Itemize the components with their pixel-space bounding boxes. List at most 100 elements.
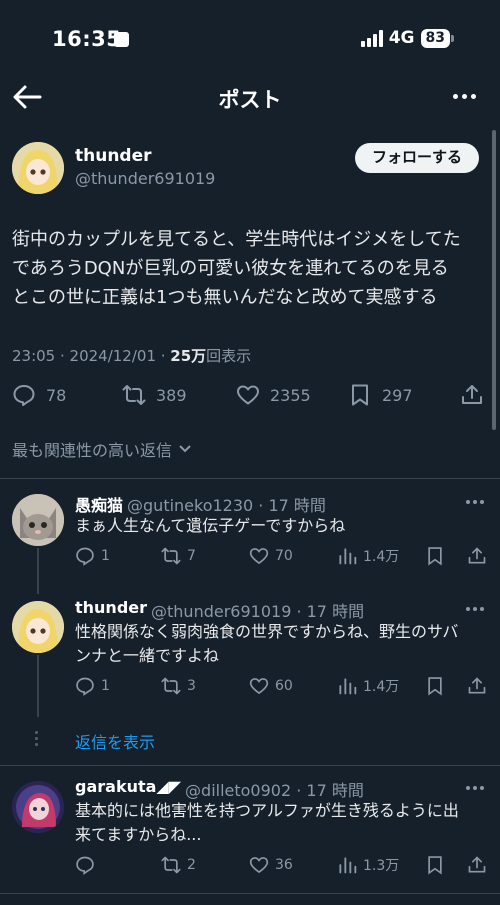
post-text-line: であろうDQNが巨乳の可愛い彼女を連れてるのを見る xyxy=(12,258,449,279)
post-meta: 23:05 · 2024/12/01 · 25万回表示 xyxy=(12,345,251,366)
bookmark-button[interactable] xyxy=(425,676,445,696)
chevron-down-icon xyxy=(179,445,191,453)
heart-icon xyxy=(237,385,259,405)
divider xyxy=(0,478,500,479)
more-options-icon[interactable] xyxy=(466,607,484,611)
thread-dots-icon xyxy=(35,731,38,746)
bookmark-button[interactable]: 297 xyxy=(348,383,413,407)
post-text-line: とこの世に正義は1つも無いんだなと改めて実感する xyxy=(12,287,438,308)
thread-line xyxy=(37,548,39,594)
repost-count: 7 xyxy=(187,548,196,564)
avatar[interactable] xyxy=(12,494,64,546)
bookmark-button[interactable] xyxy=(425,546,445,566)
status-time: 16:35 xyxy=(52,27,122,51)
reply-text: 性格関係なく弱肉強食の世界ですからね、野生のサバ ンナと一緒ですよね xyxy=(75,620,485,668)
reply-count: 1 xyxy=(101,678,110,694)
reply-header: thunder @thunder691019 · 17 時間 xyxy=(75,598,364,622)
reply-count: 78 xyxy=(46,385,67,405)
repost-icon xyxy=(161,547,181,565)
repost-button[interactable]: 2 xyxy=(161,855,196,875)
share-icon xyxy=(462,385,482,404)
heart-icon xyxy=(249,548,269,565)
avatar[interactable] xyxy=(12,781,64,833)
reply-author-handle[interactable]: @dilleto0902 · 17 時間 xyxy=(185,777,364,801)
bookmark-icon xyxy=(352,384,368,406)
share-button[interactable] xyxy=(467,676,487,696)
reply-author-name[interactable]: thunder xyxy=(75,598,147,622)
status-indicators: 4G 83 xyxy=(360,28,454,48)
post-text: 街中のカップルを見てると、学生時代はイジメをしてた であろうDQNが巨乳の可愛い… xyxy=(12,225,492,312)
bookmark-button[interactable] xyxy=(425,855,445,875)
more-options-icon[interactable] xyxy=(466,786,484,790)
repost-button[interactable]: 389 xyxy=(122,383,187,407)
author-name[interactable]: thunder xyxy=(75,146,152,166)
divider xyxy=(0,893,500,894)
reply-button[interactable]: 1 xyxy=(75,546,110,566)
post-text-line: 街中のカップルを見てると、学生時代はイジメをしてた xyxy=(12,229,461,250)
follow-button[interactable]: フォローする xyxy=(355,143,479,173)
reply-button[interactable] xyxy=(75,855,101,875)
heart-icon xyxy=(249,678,269,695)
like-button[interactable]: 70 xyxy=(249,546,293,566)
reply-count: 1 xyxy=(101,548,110,564)
share-icon xyxy=(468,677,486,694)
share-icon xyxy=(468,547,486,564)
repost-button[interactable]: 3 xyxy=(161,676,196,696)
share-button[interactable] xyxy=(460,383,484,407)
like-button[interactable]: 60 xyxy=(249,676,293,696)
repost-icon xyxy=(122,385,146,405)
repost-button[interactable]: 7 xyxy=(161,546,196,566)
reply-text: 基本的には他害性を持つアルファが生き残るように出 来てますからね... xyxy=(75,799,485,847)
repost-count: 3 xyxy=(187,678,196,694)
like-button[interactable]: 36 xyxy=(249,855,293,875)
view-count: 1.4万 xyxy=(363,549,400,565)
reply-icon xyxy=(76,856,94,875)
avatar[interactable] xyxy=(12,142,64,194)
reply-text: まぁ人生なんて遺伝子ゲーですからね xyxy=(75,514,485,538)
share-icon xyxy=(468,856,486,873)
reply-icon xyxy=(76,677,94,696)
share-button[interactable] xyxy=(467,546,487,566)
reply-icon xyxy=(76,547,94,566)
thread-line xyxy=(37,655,39,717)
repost-icon xyxy=(161,856,181,874)
reply-text-line: まぁ人生なんて遺伝子ゲーですからね xyxy=(75,516,346,535)
view-count: 25万 xyxy=(170,347,207,365)
repost-icon xyxy=(161,677,181,695)
reply-actions: 1 3 60 1.4万 xyxy=(75,676,490,698)
reply-author-handle[interactable]: @thunder691019 · 17 時間 xyxy=(151,598,364,622)
reply-sort-selector[interactable]: 最も関連性の高い返信 xyxy=(12,437,192,461)
view-count-suffix: 回表示 xyxy=(206,347,252,365)
view-count: 1.4万 xyxy=(363,679,400,695)
reply-icon xyxy=(13,385,35,406)
views-button[interactable]: 1.3万 xyxy=(337,855,399,875)
avatar[interactable] xyxy=(12,601,64,653)
reply-author-name[interactable]: 愚痴猫 xyxy=(75,492,123,516)
page-title: ポスト xyxy=(218,88,282,112)
like-count: 36 xyxy=(275,857,293,873)
author-handle[interactable]: @thunder691019 xyxy=(75,169,215,188)
bookmark-icon xyxy=(428,856,442,875)
views-button[interactable]: 1.4万 xyxy=(337,676,399,696)
views-button[interactable]: 1.4万 xyxy=(337,546,399,566)
reply-text-line: 基本的には他害性を持つアルファが生き残るように出 xyxy=(75,801,459,820)
heart-icon xyxy=(249,857,269,874)
more-options-icon[interactable] xyxy=(453,94,476,99)
reply-author-handle[interactable]: @gutineko1230 · 17 時間 xyxy=(127,492,326,516)
reply-author-name[interactable]: garakuta◢◤ xyxy=(75,777,181,801)
bookmark-icon xyxy=(428,547,442,566)
analytics-icon xyxy=(339,678,357,695)
reply-header: garakuta◢◤ @dilleto0902 · 17 時間 xyxy=(75,777,364,801)
reply-header: 愚痴猫 @gutineko1230 · 17 時間 xyxy=(75,492,326,516)
reply-sort-label: 最も関連性の高い返信 xyxy=(12,441,173,460)
bookmark-count: 297 xyxy=(382,385,413,405)
show-replies-link[interactable]: 返信を表示 xyxy=(75,729,155,753)
reply-button[interactable]: 1 xyxy=(75,676,110,696)
like-button[interactable]: 2355 xyxy=(236,383,311,407)
view-count: 1.3万 xyxy=(363,858,400,874)
reply-button[interactable]: 78 xyxy=(12,383,66,407)
scrollbar[interactable] xyxy=(492,130,496,430)
more-options-icon[interactable] xyxy=(466,500,484,504)
like-count: 70 xyxy=(275,548,293,564)
share-button[interactable] xyxy=(467,855,487,875)
